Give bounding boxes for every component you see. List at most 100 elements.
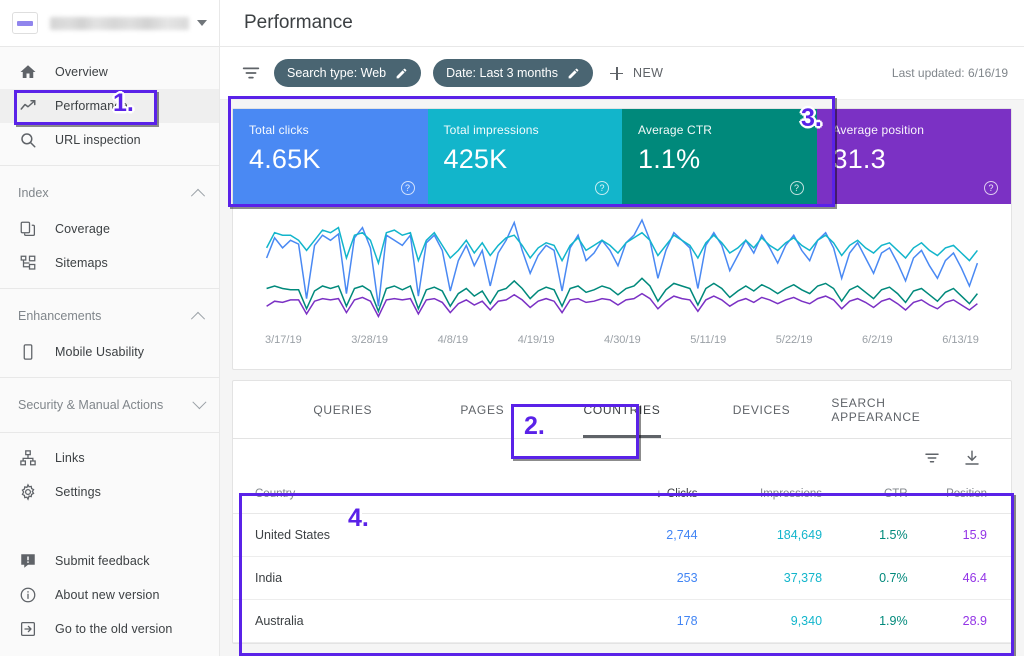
sidebar-item-mobile-usability[interactable]: Mobile Usability xyxy=(0,335,219,369)
tab-search-appearance[interactable]: SEARCH APPEARANCE xyxy=(831,381,971,438)
chevron-down-icon[interactable] xyxy=(192,395,206,409)
section-enhancements: Enhancements Mobile Usability xyxy=(0,289,219,377)
performance-overview-panel: Total clicks4.65K? Total impressions 425K?… xyxy=(232,108,1012,370)
table-row[interactable]: United States2,744184,6491.5%15.9 xyxy=(233,514,1011,557)
home-icon xyxy=(18,63,37,82)
secondary-nav: Links Settings xyxy=(0,433,219,517)
sidebar-item-sitemaps[interactable]: Sitemaps xyxy=(0,246,219,280)
sidebar-item-label: Submit feedback xyxy=(55,554,150,568)
table-head: Country ↓Clicks Impressions CTR Position xyxy=(233,475,1011,514)
help-icon[interactable]: ? xyxy=(401,181,415,195)
cell-impressions: 9,340 xyxy=(708,600,832,643)
tab-label: QUERIES xyxy=(313,403,372,417)
help-icon[interactable]: ? xyxy=(595,181,609,195)
section-header-enhancements[interactable]: Enhancements xyxy=(0,297,219,335)
sidebar-item-performance[interactable]: Performance xyxy=(0,89,219,123)
tab-devices[interactable]: DEVICES xyxy=(692,381,832,438)
section-title: Enhancements xyxy=(18,309,101,323)
tab-label: COUNTRIES xyxy=(583,403,660,417)
section-index: Index Coverage Sitemaps xyxy=(0,166,219,288)
cell-country: India xyxy=(233,557,591,600)
table-row[interactable]: India25337,3780.7%46.4 xyxy=(233,557,1011,600)
sidebar-item-label: Coverage xyxy=(55,222,110,236)
sidebar-item-label: Overview xyxy=(55,65,108,79)
new-filter-button[interactable]: NEW xyxy=(609,66,663,81)
pencil-icon[interactable] xyxy=(567,67,580,80)
chip-label: Date: Last 3 months xyxy=(446,66,558,80)
main-content: Performance Search type: Web Date: Last … xyxy=(220,0,1024,656)
sidebar-item-go-to-old-version[interactable]: Go to the old version xyxy=(0,612,219,646)
cell-ctr: 1.5% xyxy=(832,514,918,557)
help-icon[interactable]: ? xyxy=(984,181,998,195)
feedback-icon xyxy=(18,552,37,571)
sidebar-item-coverage[interactable]: Coverage xyxy=(0,212,219,246)
sidebar-item-label: Mobile Usability xyxy=(55,345,144,359)
metric-label: Total clicks xyxy=(249,123,412,137)
x-axis-tick: 4/8/19 xyxy=(438,334,469,346)
cell-clicks: 178 xyxy=(591,600,708,643)
chart-line-clicks xyxy=(267,220,978,306)
metric-card-total-clicks[interactable]: Total clicks4.65K? xyxy=(233,109,428,204)
chevron-down-icon[interactable] xyxy=(197,20,207,26)
download-icon[interactable] xyxy=(963,449,981,467)
metric-card-average-ctr[interactable]: Average CTR 1.1%? xyxy=(622,109,817,204)
metric-value: 1.1% xyxy=(638,144,801,175)
help-icon[interactable]: ? xyxy=(790,181,804,195)
sidebar-item-url-inspection[interactable]: URL inspection xyxy=(0,123,219,157)
table-header-row: Country ↓Clicks Impressions CTR Position xyxy=(233,475,1011,514)
x-axis-tick: 5/22/19 xyxy=(776,334,813,346)
property-url-redacted xyxy=(50,17,189,30)
section-header-security[interactable]: Security & Manual Actions xyxy=(0,386,219,424)
tab-label: PAGES xyxy=(460,403,504,417)
sidebar-item-links[interactable]: Links xyxy=(0,441,219,475)
dimension-table: Country ↓Clicks Impressions CTR Position… xyxy=(233,475,1011,643)
column-header-clicks[interactable]: ↓Clicks xyxy=(591,475,708,514)
sidebar-item-about-new-version[interactable]: About new version xyxy=(0,578,219,612)
sidebar-item-label: Settings xyxy=(55,485,101,499)
metric-card-total-impressions[interactable]: Total impressions 425K? xyxy=(428,109,623,204)
tab-queries[interactable]: QUERIES xyxy=(273,381,413,438)
pencil-icon[interactable] xyxy=(395,67,408,80)
cell-position: 28.9 xyxy=(918,600,1011,643)
page-title: Performance xyxy=(244,12,353,34)
metric-label: Average position xyxy=(833,123,996,137)
gear-icon xyxy=(18,483,37,502)
x-axis-tick: 6/13/19 xyxy=(942,334,979,346)
tab-countries[interactable]: COUNTRIES xyxy=(552,381,692,438)
chevron-up-icon[interactable] xyxy=(191,312,205,326)
table-row[interactable]: Australia1789,3401.9%28.9 xyxy=(233,600,1011,643)
tab-label: DEVICES xyxy=(733,403,791,417)
column-header-impressions[interactable]: Impressions xyxy=(708,475,832,514)
cell-ctr: 0.7% xyxy=(832,557,918,600)
chip-date-range[interactable]: Date: Last 3 months xyxy=(433,59,593,87)
mobile-icon xyxy=(18,343,37,362)
sidebar-item-submit-feedback[interactable]: Submit feedback xyxy=(0,544,219,578)
section-security: Security & Manual Actions xyxy=(0,378,219,432)
content-scroll-area[interactable]: Total clicks4.65K? Total impressions 425K?… xyxy=(220,100,1024,656)
property-selector[interactable] xyxy=(0,0,219,47)
chart-line-impressions xyxy=(267,228,978,264)
chip-search-type[interactable]: Search type: Web xyxy=(274,59,421,87)
metric-label: Average CTR xyxy=(638,123,801,137)
chevron-up-icon[interactable] xyxy=(191,189,205,203)
x-axis-tick: 4/19/19 xyxy=(518,334,555,346)
column-header-country[interactable]: Country xyxy=(233,475,591,514)
exit-icon xyxy=(18,620,37,639)
sidebar-item-overview[interactable]: Overview xyxy=(0,55,219,89)
column-header-ctr[interactable]: CTR xyxy=(832,475,918,514)
sidebar-item-settings[interactable]: Settings xyxy=(0,475,219,509)
table-body: United States2,744184,6491.5%15.9India25… xyxy=(233,514,1011,643)
column-header-position[interactable]: Position xyxy=(918,475,1011,514)
sidebar-item-label: Performance xyxy=(55,99,128,113)
tab-pages[interactable]: PAGES xyxy=(413,381,553,438)
new-filter-label: NEW xyxy=(633,66,663,80)
metric-value: 425K xyxy=(444,144,607,175)
search-console-app: Overview Performance URL inspection Inde… xyxy=(0,0,1024,656)
performance-chart: 3/17/193/28/194/8/194/19/194/30/195/11/1… xyxy=(233,204,1011,369)
filter-icon[interactable] xyxy=(240,62,262,84)
metric-label: Total impressions xyxy=(444,123,607,137)
sidebar-footer: Submit feedback About new version Go to … xyxy=(0,544,219,656)
metric-card-average-position[interactable]: Average position31.3? xyxy=(817,109,1012,204)
filter-icon[interactable] xyxy=(923,449,941,467)
section-header-index[interactable]: Index xyxy=(0,174,219,212)
